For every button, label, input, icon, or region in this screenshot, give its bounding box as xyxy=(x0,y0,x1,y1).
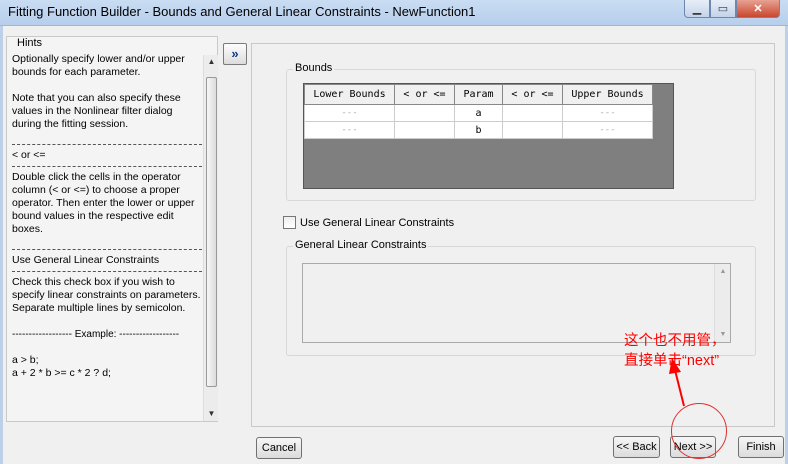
scroll-up-icon[interactable]: ▲ xyxy=(715,268,731,275)
scroll-up-icon[interactable]: ▲ xyxy=(204,55,219,69)
minimize-button[interactable]: ▁ xyxy=(684,0,710,18)
lower-bound-cell[interactable]: --- xyxy=(304,104,395,122)
table-row: --- a --- xyxy=(304,104,653,122)
hint-section-text: Check this check box if you wish to spec… xyxy=(12,276,201,314)
use-glc-label[interactable]: Use General Linear Constraints xyxy=(300,217,454,229)
use-glc-checkbox-row[interactable]: Use General Linear Constraints xyxy=(283,216,454,229)
column-header[interactable]: Lower Bounds xyxy=(304,84,395,105)
table-header-row: Lower Bounds < or <= Param < or <= Upper… xyxy=(304,84,653,105)
window-title: Fitting Function Builder - Bounds and Ge… xyxy=(8,4,476,19)
minimize-icon: ▁ xyxy=(692,3,702,15)
column-header[interactable]: Upper Bounds xyxy=(562,84,653,105)
upper-bound-cell[interactable]: --- xyxy=(562,104,653,122)
column-header[interactable]: < or <= xyxy=(502,84,563,105)
separator xyxy=(12,249,202,250)
upper-operator-cell[interactable] xyxy=(502,121,563,139)
param-cell: a xyxy=(454,104,503,122)
double-chevron-right-icon: » xyxy=(231,46,239,61)
cancel-button[interactable]: Cancel xyxy=(256,437,302,459)
bounds-table: Lower Bounds < or <= Param < or <= Upper… xyxy=(304,84,653,139)
column-header[interactable]: < or <= xyxy=(394,84,455,105)
hint-paragraph: Optionally specify lower and/or upper bo… xyxy=(12,53,185,78)
hints-panel: Hints Optionally specify lower and/or up… xyxy=(6,36,218,422)
upper-operator-cell[interactable] xyxy=(502,104,563,122)
param-cell: b xyxy=(454,121,503,139)
lower-operator-cell[interactable] xyxy=(394,104,455,122)
separator xyxy=(12,271,202,272)
scroll-thumb[interactable] xyxy=(206,77,217,387)
hint-example-line: a > b; xyxy=(12,354,39,366)
maximize-button[interactable]: ▭ xyxy=(710,0,736,18)
close-button[interactable]: ✕ xyxy=(736,0,780,18)
table-row: --- b --- xyxy=(304,121,653,139)
annotation-line: 这个也不用管， xyxy=(624,333,726,349)
finish-button[interactable]: Finish xyxy=(738,436,784,458)
annotation-circle xyxy=(671,403,727,459)
hint-paragraph: Note that you can also specify these val… xyxy=(12,92,181,130)
lower-operator-cell[interactable] xyxy=(394,121,455,139)
maximize-icon: ▭ xyxy=(717,3,729,15)
hint-section-text: Double click the cells in the operator c… xyxy=(12,171,195,235)
back-button[interactable]: << Back xyxy=(613,436,660,458)
window-frame-left xyxy=(0,26,3,464)
column-header[interactable]: Param xyxy=(454,84,503,105)
hint-example-line: a + 2 * b >= c * 2 ? d; xyxy=(12,367,111,379)
glc-group-label: General Linear Constraints xyxy=(293,239,429,251)
hint-example-label: ------------------ Example: ------------… xyxy=(12,329,180,340)
separator xyxy=(12,144,202,145)
close-icon: ✕ xyxy=(753,3,763,15)
hints-content: Optionally specify lower and/or upper bo… xyxy=(12,53,202,421)
separator xyxy=(12,166,202,167)
hints-legend: Hints xyxy=(15,37,45,49)
bounds-grid[interactable]: Lower Bounds < or <= Param < or <= Upper… xyxy=(303,83,674,189)
expand-button[interactable]: » xyxy=(223,43,247,65)
hint-section-title: < or <= xyxy=(12,149,46,161)
scroll-down-icon[interactable]: ▼ xyxy=(204,407,219,421)
use-glc-checkbox[interactable] xyxy=(283,216,296,229)
bounds-label: Bounds xyxy=(293,62,335,74)
hint-section-title: Use General Linear Constraints xyxy=(12,254,160,266)
title-bar: Fitting Function Builder - Bounds and Ge… xyxy=(0,0,788,26)
lower-bound-cell[interactable]: --- xyxy=(304,121,395,139)
upper-bound-cell[interactable]: --- xyxy=(562,121,653,139)
hints-scrollbar[interactable]: ▲ ▼ xyxy=(203,55,218,421)
